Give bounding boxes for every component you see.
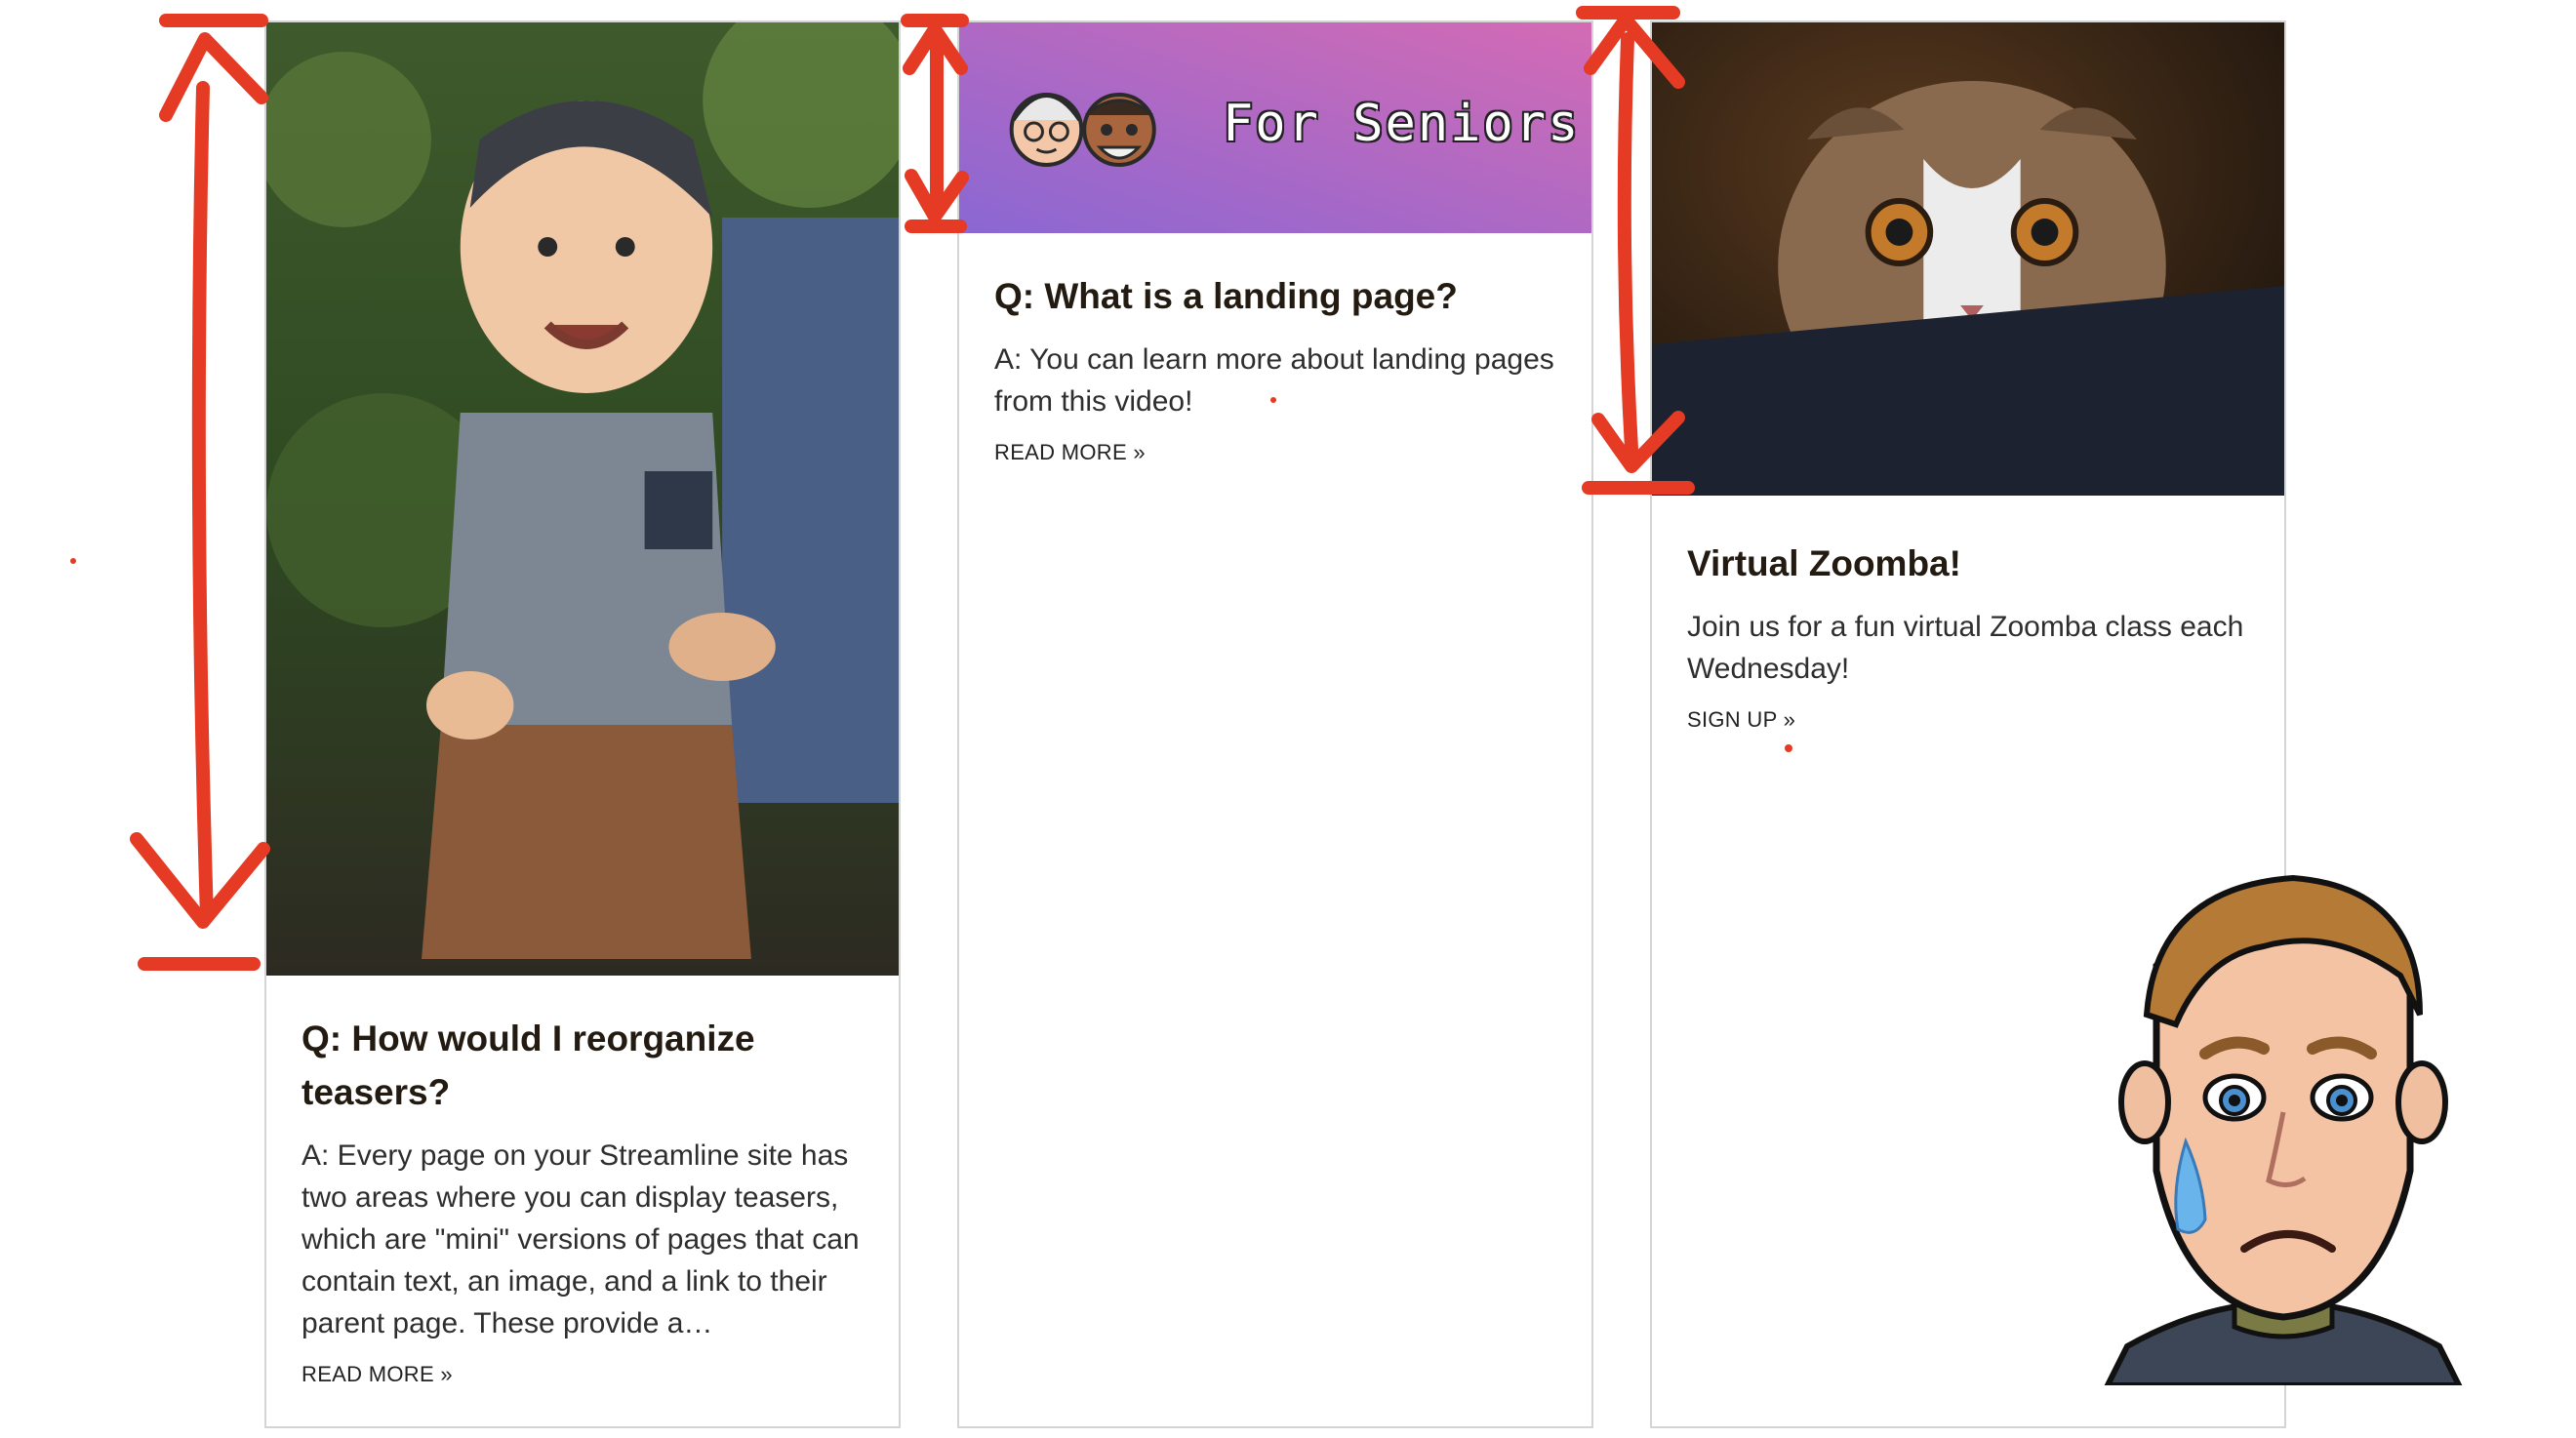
cat-photo[interactable] — [1652, 22, 2284, 496]
read-more-link[interactable]: READ MORE » — [302, 1362, 453, 1387]
double-arrow-annotation-1 — [130, 14, 270, 971]
card-excerpt: A: Every page on your Streamline site ha… — [302, 1139, 860, 1339]
banner-title: For Seniors — [1223, 95, 1581, 153]
senior-man-icon — [1082, 93, 1156, 167]
read-more-link[interactable]: READ MORE » — [994, 440, 1146, 465]
baby-photo[interactable] — [266, 22, 899, 976]
card-excerpt: A: You can learn more about landing page… — [994, 343, 1554, 418]
double-arrow-annotation-2 — [901, 14, 969, 233]
card-title[interactable]: Virtual Zoomba! — [1687, 537, 2249, 590]
card-title[interactable]: Q: How would I reorganize teasers? — [302, 1012, 864, 1119]
card-excerpt: Join us for a fun virtual Zoomba class e… — [1687, 611, 2244, 685]
sign-up-link[interactable]: SIGN UP » — [1687, 707, 1795, 733]
card-title[interactable]: Q: What is a landing page? — [994, 269, 1556, 323]
senior-woman-icon — [1009, 93, 1084, 167]
card-body: Virtual Zoomba! Join us for a fun virtua… — [1687, 537, 2249, 733]
teaser-card-landing-page: For Seniors Q: What is a landing page? A… — [957, 20, 1593, 1428]
teaser-card-reorganize: Q: How would I reorganize teasers? A: Ev… — [264, 20, 901, 1428]
for-seniors-banner[interactable]: For Seniors — [959, 22, 1591, 233]
card-body: Q: What is a landing page? A: You can le… — [994, 269, 1556, 465]
card-body: Q: How would I reorganize teasers? A: Ev… — [302, 1012, 864, 1387]
crying-avatar — [2088, 849, 2478, 1388]
